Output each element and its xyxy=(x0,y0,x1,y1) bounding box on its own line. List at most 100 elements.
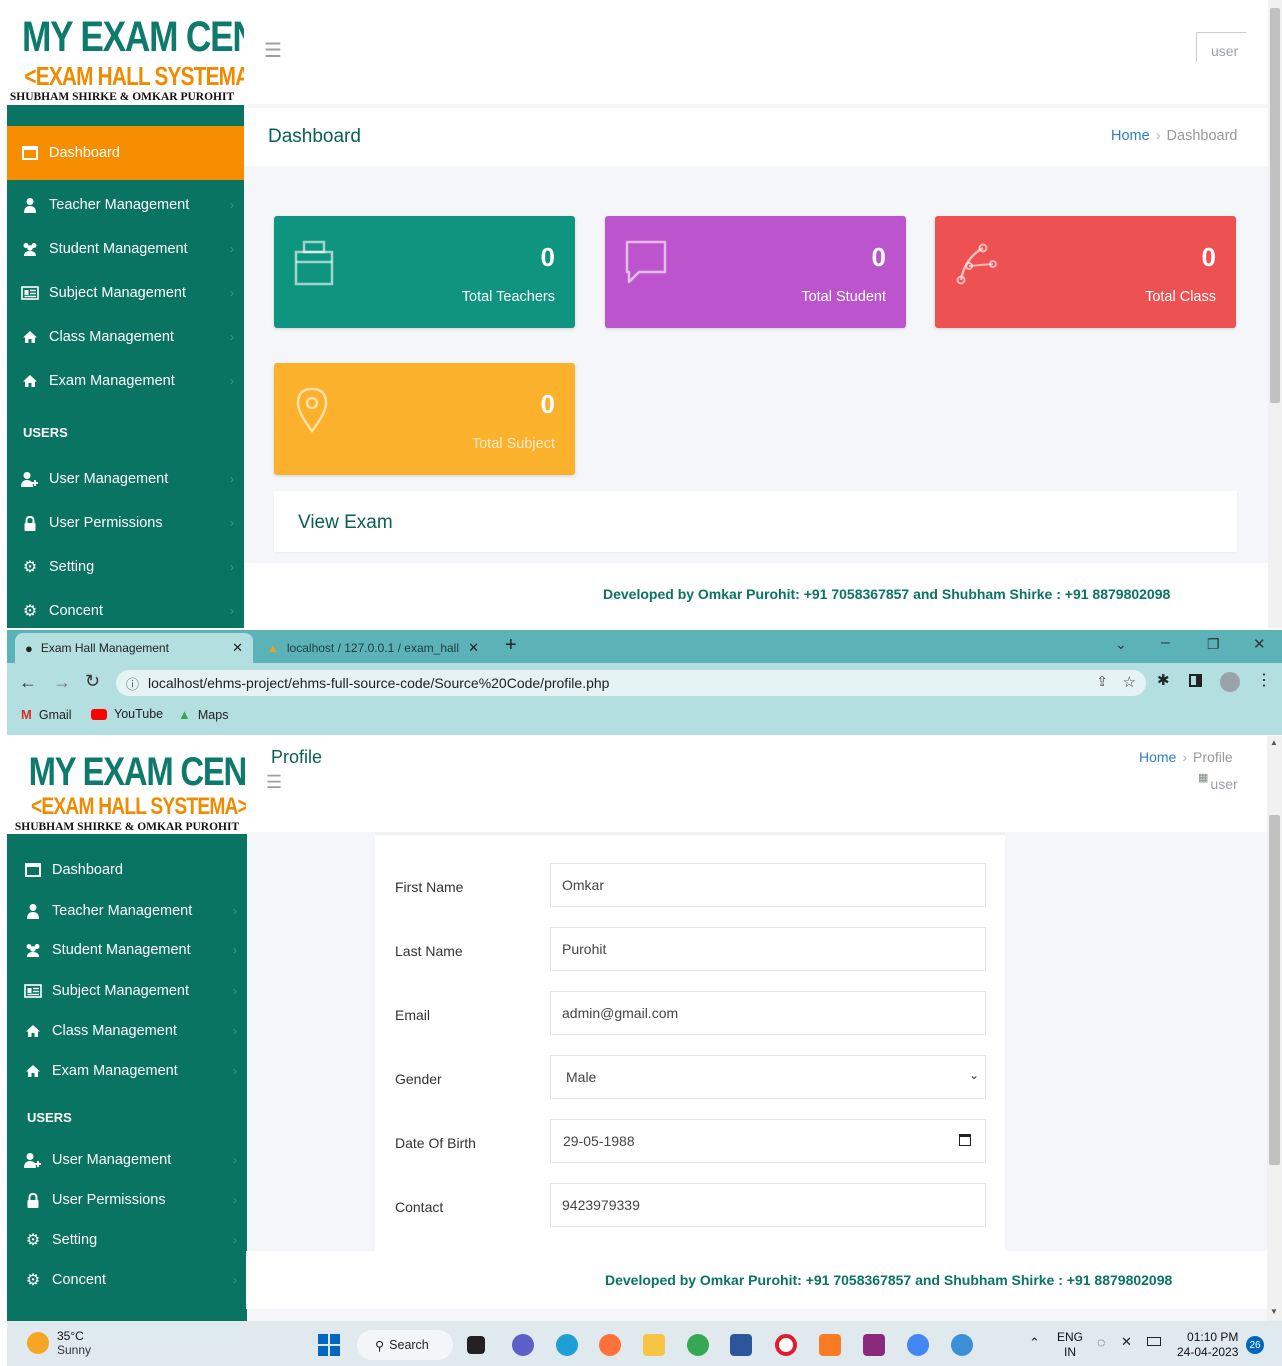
last-name-input[interactable]: Purohit xyxy=(550,927,986,971)
home-icon xyxy=(24,1062,42,1080)
gender-select[interactable]: Male ⌄ xyxy=(550,1055,986,1099)
logo-authors: SHUBHAM SHIRKE & OMKAR PUROHIT xyxy=(14,821,240,833)
scroll-down-icon[interactable]: ▼ xyxy=(1270,1307,1278,1316)
card-value: 0 xyxy=(871,242,886,272)
sidebar-item-user-management[interactable]: User Management › xyxy=(7,1140,247,1180)
sidebar-item-dashboard[interactable]: Dashboard xyxy=(7,850,247,890)
sidebar-item-exam-management[interactable]: Exam Management › xyxy=(7,1051,247,1091)
weather-temp: 35°C xyxy=(57,1329,84,1343)
file-explorer-icon[interactable] xyxy=(643,1334,665,1356)
sidebar-item-concent[interactable]: ⚙ Concent › xyxy=(7,591,244,628)
clock[interactable]: 01:10 PM 24-04-2023 xyxy=(1177,1330,1238,1360)
sidebar-item-teacher-management[interactable]: Teacher Management › xyxy=(7,891,247,931)
sidebar-item-user-permissions[interactable]: User Permissions › xyxy=(7,1180,247,1220)
menu-dots-icon[interactable]: ⋮ xyxy=(1256,670,1272,690)
email-input[interactable]: admin@gmail.com xyxy=(550,991,986,1035)
xampp-icon[interactable] xyxy=(819,1334,841,1356)
task-view-icon[interactable] xyxy=(467,1336,485,1354)
share-icon[interactable]: ⇪ xyxy=(1096,673,1108,690)
sidebar-item-setting[interactable]: ⚙ Setting › xyxy=(7,547,244,587)
extensions-icon[interactable]: ✱ xyxy=(1157,671,1170,689)
teams-chat-icon[interactable] xyxy=(512,1334,534,1356)
notification-badge[interactable]: 26 xyxy=(1246,1336,1264,1354)
sidebar-item-subject-management[interactable]: Subject Management › xyxy=(7,971,247,1011)
tab-exam-hall-management[interactable]: ● Exam Hall Management ✕ xyxy=(15,633,253,663)
bookmark-label: Maps xyxy=(197,707,229,722)
sidebar-item-student-management[interactable]: Student Management › xyxy=(7,930,247,970)
forward-icon[interactable]: → xyxy=(53,672,71,693)
breadcrumb-home-link[interactable]: Home xyxy=(1139,749,1176,765)
reload-icon[interactable]: ↻ xyxy=(85,671,100,692)
word-icon[interactable] xyxy=(730,1334,752,1356)
speaker-muted-icon[interactable]: ✕ xyxy=(1121,1334,1132,1350)
breadcrumb-home-link[interactable]: Home xyxy=(1111,128,1150,144)
chevron-up-icon[interactable]: ⌃ xyxy=(1029,1335,1040,1351)
card-total-teachers[interactable]: 0 Total Teachers xyxy=(274,216,575,328)
wifi-icon[interactable]: ◌ xyxy=(1097,1334,1105,1350)
sidebar-item-exam-management[interactable]: Exam Management › xyxy=(7,361,244,401)
bookmark-label: YouTube xyxy=(114,707,164,721)
sidebar-item-class-management[interactable]: Class Management › xyxy=(7,317,244,357)
scroll-up-icon[interactable]: ▲ xyxy=(1270,738,1278,747)
chevron-right-icon: › xyxy=(230,604,234,618)
sidebar-item-user-permissions[interactable]: User Permissions › xyxy=(7,503,244,543)
card-total-subject[interactable]: 0 Total Subject xyxy=(274,363,575,475)
firefox-icon[interactable] xyxy=(599,1334,621,1356)
close-icon[interactable]: ✕ xyxy=(468,640,479,656)
sidebar-item-label: Setting xyxy=(52,1232,98,1248)
card-total-class[interactable]: 0 Total Class xyxy=(935,216,1236,328)
sidebar-item-setting[interactable]: ⚙ Setting › xyxy=(7,1220,247,1260)
windows-start-icon[interactable] xyxy=(318,1334,340,1356)
contact-input[interactable]: 9423979339 xyxy=(550,1183,986,1227)
first-name-input[interactable]: Omkar xyxy=(550,863,986,907)
close-window-icon[interactable]: ✕ xyxy=(1253,635,1266,653)
star-icon[interactable]: ☆ xyxy=(1123,673,1136,691)
phpmyadmin-icon: ▲ xyxy=(267,641,279,655)
sidepanel-icon[interactable] xyxy=(1189,674,1202,687)
sidebar-item-teacher-management[interactable]: Teacher Management › xyxy=(7,185,244,225)
language-indicator[interactable]: ENG IN xyxy=(1057,1330,1083,1360)
scrollbar-thumb[interactable] xyxy=(1269,815,1280,1165)
user-avatar[interactable]: ▦ user xyxy=(1198,768,1238,792)
dob-input[interactable]: 29-05-1988 xyxy=(550,1119,986,1163)
tab-localhost-phpmyadmin[interactable]: ▲ localhost / 127.0.0.1 / exam_hall ✕ xyxy=(257,633,489,663)
hamburger-icon[interactable]: ☰ xyxy=(266,772,282,793)
sidebar-item-class-management[interactable]: Class Management › xyxy=(7,1011,247,1051)
sidebar: Dashboard Teacher Management › Student Ma… xyxy=(7,834,247,1321)
battery-icon[interactable] xyxy=(1147,1337,1161,1346)
weather-widget[interactable]: 35°C Sunny xyxy=(27,1329,91,1357)
paint-icon[interactable] xyxy=(951,1334,973,1356)
tab-search-icon[interactable]: ⌄ xyxy=(1115,636,1127,653)
profile-avatar[interactable] xyxy=(1220,672,1240,692)
winrar-icon[interactable] xyxy=(863,1334,885,1356)
bookmark-maps[interactable]: ▲ Maps xyxy=(178,707,228,722)
sidebar-item-concent[interactable]: ⚙ Concent › xyxy=(7,1260,247,1300)
card-total-student[interactable]: 0 Total Student xyxy=(605,216,906,328)
chrome-active-icon[interactable] xyxy=(907,1334,929,1356)
calendar-icon[interactable] xyxy=(959,1134,971,1146)
sidebar-item-dashboard[interactable]: Dashboard xyxy=(7,126,244,180)
sidebar-item-user-management[interactable]: User Management › xyxy=(7,459,244,499)
browser-toolbar: ← → ↻ ⓘ localhost/ehms-project/ehms-full… xyxy=(7,663,1282,735)
back-icon[interactable]: ← xyxy=(19,672,37,693)
bookmark-youtube[interactable]: YouTube xyxy=(91,707,163,721)
address-bar[interactable]: ⓘ localhost/ehms-project/ehms-full-sourc… xyxy=(116,670,1146,696)
user-avatar[interactable]: user xyxy=(1196,32,1246,62)
bookmark-gmail[interactable]: M Gmail xyxy=(21,707,72,722)
opera-icon[interactable] xyxy=(775,1334,797,1356)
home-icon xyxy=(24,1022,42,1040)
sidebar-item-subject-management[interactable]: Subject Management › xyxy=(7,273,244,313)
hamburger-icon[interactable]: ☰ xyxy=(264,38,282,63)
taskbar-search[interactable]: ⚲ Search xyxy=(357,1330,453,1360)
sidebar-item-label: Exam Management xyxy=(49,373,175,389)
dob-value: 29-05-1988 xyxy=(563,1133,635,1149)
minimize-icon[interactable]: – xyxy=(1161,634,1170,652)
view-exam-panel: View Exam xyxy=(274,491,1237,552)
edge-icon[interactable] xyxy=(556,1334,578,1356)
chrome-icon[interactable] xyxy=(687,1334,709,1356)
close-icon[interactable]: ✕ xyxy=(232,640,243,656)
restore-icon[interactable]: ❐ xyxy=(1207,636,1220,653)
sidebar-item-student-management[interactable]: Student Management › xyxy=(7,229,244,269)
new-tab-icon[interactable]: + xyxy=(505,634,517,657)
scrollbar-thumb[interactable] xyxy=(1270,8,1280,403)
